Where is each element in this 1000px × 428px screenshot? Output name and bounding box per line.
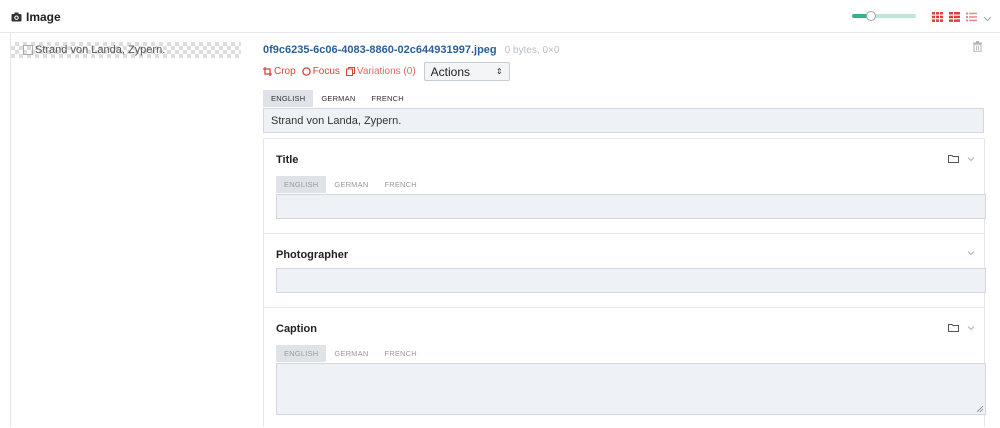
photographer-field-label: Photographer [276,249,349,261]
grid-large-icon[interactable] [949,11,960,22]
title-field: Title ENGLISH GERMAN FRENCH [264,139,986,234]
select-caret-icon: ⇕ [495,67,503,76]
file-info: 0f9c6235-6c06-4083-8860-02c644931997.jpe… [263,44,559,56]
trash-icon[interactable] [973,41,982,53]
focus-label: Focus [312,66,340,77]
photographer-input[interactable] [276,268,986,293]
focus-button[interactable]: Focus [301,66,340,77]
variations-label: Variations (0) [356,66,416,77]
photographer-field-icons [967,249,975,257]
tab-german[interactable]: GERMAN [326,176,376,193]
title-field-icons [948,154,975,163]
caption-language-tabs: ENGLISH GERMAN FRENCH [276,345,425,362]
chevron-down-icon[interactable] [967,249,975,257]
crop-button[interactable]: Crop [263,66,296,77]
tab-french[interactable]: FRENCH [376,176,424,193]
panel-title: Image [11,10,61,24]
image-preview[interactable]: Strand von Landa, Zypern. [11,42,241,58]
variations-icon [345,67,355,76]
broken-image-icon [23,45,33,55]
caption-field: Caption ENGLISH GERMAN FRENCH [264,308,986,428]
header-tools [852,11,992,22]
slider-knob[interactable] [866,11,877,21]
tab-french[interactable]: FRENCH [363,90,411,107]
tab-english[interactable]: ENGLISH [276,176,327,193]
tab-english[interactable]: ENGLISH [276,345,327,362]
tab-german[interactable]: GERMAN [313,90,363,107]
resize-handle-icon[interactable] [977,406,983,412]
list-icon[interactable] [966,11,977,22]
chevron-down-icon[interactable] [967,324,975,332]
chevron-down-icon[interactable] [967,155,975,163]
chevron-down-icon[interactable] [983,12,992,21]
tab-german[interactable]: GERMAN [326,345,376,362]
focus-icon [301,67,311,76]
image-details: 0f9c6235-6c06-4083-8860-02c644931997.jpe… [252,33,990,427]
crop-label: Crop [274,66,296,77]
variations-button[interactable]: Variations (0) [345,66,416,77]
camera-icon [11,12,22,22]
image-alt-text: Strand von Landa, Zypern. [35,44,166,56]
crop-icon [263,67,272,76]
actions-select[interactable]: Actions ⇕ [423,62,510,81]
image-actions: Crop Focus Variations (0) Actions ⇕ [263,62,510,81]
panel-title-text: Image [26,10,61,24]
actions-select-value: Actions [430,64,471,79]
tab-french[interactable]: FRENCH [376,345,424,362]
folder-icon[interactable] [948,154,959,163]
image-panel-body: Strand von Landa, Zypern. 0f9c6235-6c06-… [10,33,1000,427]
caption-textarea[interactable] [276,363,986,415]
title-language-tabs: ENGLISH GERMAN FRENCH [276,176,425,193]
file-name-link[interactable]: 0f9c6235-6c06-4083-8860-02c644931997.jpe… [263,44,497,56]
file-meta: 0 bytes, 0×0 [504,45,560,56]
tab-english[interactable]: ENGLISH [263,90,314,107]
title-field-label: Title [276,154,299,166]
photographer-field: Photographer [264,234,986,308]
alt-language-tabs: ENGLISH GERMAN FRENCH [263,90,412,107]
zoom-slider[interactable] [852,11,916,21]
title-input[interactable] [276,194,986,219]
alt-text-input[interactable]: Strand von Landa, Zypern. [263,108,984,133]
caption-field-label: Caption [276,323,317,335]
image-panel-header: Image [0,0,1000,33]
image-preview-alt: Strand von Landa, Zypern. [23,44,165,56]
folder-icon[interactable] [948,323,959,332]
metadata-fields: Title ENGLISH GERMAN FRENCH Photographer [263,138,986,428]
grid-small-icon[interactable] [932,11,943,22]
caption-field-icons [948,323,975,332]
